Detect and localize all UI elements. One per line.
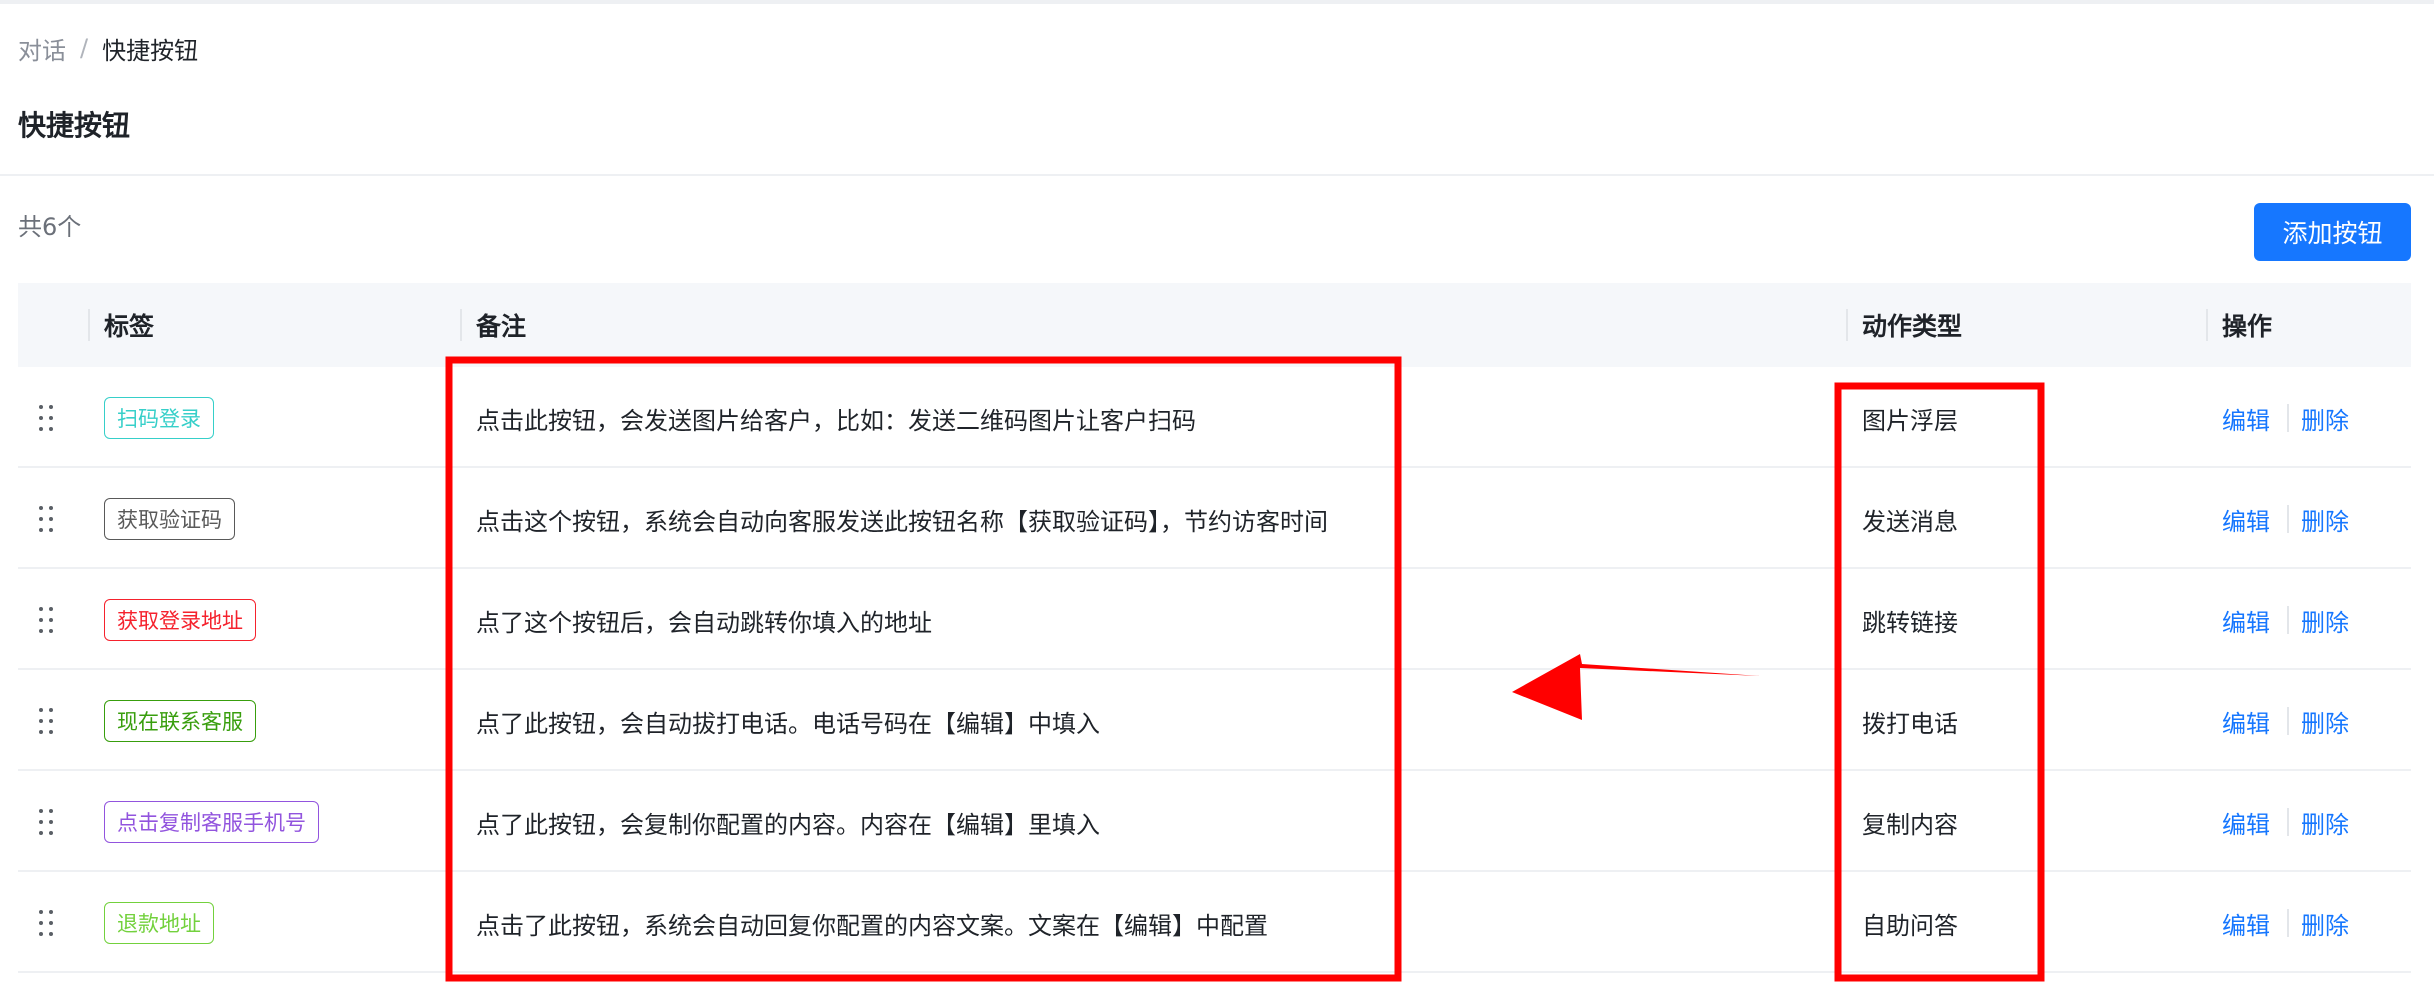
table-row: 获取登录地址 点了这个按钮后，会自动跳转你填入的地址 跳转链接 编辑 删除 bbox=[18, 569, 2411, 670]
row-action-type: 跳转链接 bbox=[1862, 608, 1958, 637]
total-count: 共6个 bbox=[18, 212, 82, 241]
header-separator bbox=[2206, 309, 2208, 341]
row-note: 点击这个按钮，系统会自动向客服发送此按钮名称【获取验证码】，节约访客时间 bbox=[476, 507, 1328, 536]
add-button[interactable]: 添加按钮 bbox=[2254, 203, 2411, 261]
breadcrumb-parent-link[interactable]: 对话 bbox=[18, 31, 66, 66]
delete-button[interactable]: 删除 bbox=[2301, 902, 2349, 944]
drag-handle-icon[interactable] bbox=[36, 403, 56, 433]
row-tag: 扫码登录 bbox=[104, 397, 214, 439]
drag-handle-icon[interactable] bbox=[36, 807, 56, 837]
header-label: 标签 bbox=[104, 312, 155, 341]
delete-button[interactable]: 删除 bbox=[2301, 498, 2349, 540]
row-action-type: 图片浮层 bbox=[1862, 406, 1958, 435]
row-tag: 点击复制客服手机号 bbox=[104, 801, 319, 843]
drag-handle-icon[interactable] bbox=[36, 908, 56, 938]
row-action-type: 复制内容 bbox=[1862, 810, 1958, 839]
row-action-type: 拨打电话 bbox=[1862, 709, 1958, 738]
edit-button[interactable]: 编辑 bbox=[2222, 902, 2270, 944]
edit-button[interactable]: 编辑 bbox=[2222, 801, 2270, 843]
row-action-type: 自助问答 bbox=[1862, 911, 1958, 940]
header-divider bbox=[0, 174, 2434, 176]
row-tag: 获取登录地址 bbox=[104, 599, 256, 641]
delete-button[interactable]: 删除 bbox=[2301, 801, 2349, 843]
table-body: 扫码登录 点击此按钮，会发送图片给客户，比如：发送二维码图片让客户扫码 图片浮层 编辑… bbox=[18, 367, 2411, 973]
edit-button[interactable]: 编辑 bbox=[2222, 599, 2270, 641]
edit-button[interactable]: 编辑 bbox=[2222, 397, 2270, 439]
row-tag: 退款地址 bbox=[104, 902, 214, 944]
table-header: 标签 备注 动作类型 操作 bbox=[18, 283, 2411, 367]
table-row: 扫码登录 点击此按钮，会发送图片给客户，比如：发送二维码图片让客户扫码 图片浮层 编辑… bbox=[18, 367, 2411, 468]
row-tag: 获取验证码 bbox=[104, 498, 235, 540]
header-separator bbox=[460, 309, 462, 341]
drag-handle-icon[interactable] bbox=[36, 706, 56, 736]
row-note: 点击此按钮，会发送图片给客户，比如：发送二维码图片让客户扫码 bbox=[476, 406, 1196, 435]
operation-separator bbox=[2287, 606, 2289, 634]
header-operation: 操作 bbox=[2222, 312, 2273, 341]
edit-button[interactable]: 编辑 bbox=[2222, 498, 2270, 540]
delete-button[interactable]: 删除 bbox=[2301, 397, 2349, 439]
row-note: 点了这个按钮后，会自动跳转你填入的地址 bbox=[476, 608, 932, 637]
drag-handle-icon[interactable] bbox=[36, 504, 56, 534]
header-separator bbox=[1846, 309, 1848, 341]
row-note: 点了此按钮，会复制你配置的内容。内容在【编辑】里填入 bbox=[476, 810, 1100, 839]
table-row: 退款地址 点击了此按钮，系统会自动回复你配置的内容文案。文案在【编辑】中配置 自助问… bbox=[18, 872, 2411, 973]
operation-separator bbox=[2287, 404, 2289, 432]
table-row: 现在联系客服 点了此按钮，会自动拔打电话。电话号码在【编辑】中填入 拨打电话 编辑 删除 bbox=[18, 670, 2411, 771]
operation-separator bbox=[2287, 707, 2289, 735]
operation-separator bbox=[2287, 909, 2289, 937]
table-row: 获取验证码 点击这个按钮，系统会自动向客服发送此按钮名称【获取验证码】，节约访客时… bbox=[18, 468, 2411, 569]
quick-buttons-table: 标签 备注 动作类型 操作 扫码登录 点击此按钮，会发送图片给客户，比如：发送二维… bbox=[18, 283, 2411, 973]
breadcrumb-current: 快捷按钮 bbox=[102, 36, 199, 65]
page-title: 快捷按钮 bbox=[18, 109, 131, 142]
header-note: 备注 bbox=[476, 312, 527, 341]
delete-button[interactable]: 删除 bbox=[2301, 700, 2349, 742]
row-note: 点击了此按钮，系统会自动回复你配置的内容文案。文案在【编辑】中配置 bbox=[476, 911, 1268, 940]
drag-handle-icon[interactable] bbox=[36, 605, 56, 635]
row-note: 点了此按钮，会自动拔打电话。电话号码在【编辑】中填入 bbox=[476, 709, 1100, 738]
operation-separator bbox=[2287, 505, 2289, 533]
breadcrumb: 对话 / 快捷按钮 bbox=[18, 28, 198, 68]
row-tag: 现在联系客服 bbox=[104, 700, 256, 742]
breadcrumb-separator: / bbox=[80, 34, 89, 62]
row-action-type: 发送消息 bbox=[1862, 507, 1958, 536]
table-row: 点击复制客服手机号 点了此按钮，会复制你配置的内容。内容在【编辑】里填入 复制内容 编… bbox=[18, 771, 2411, 872]
operation-separator bbox=[2287, 808, 2289, 836]
header-action-type: 动作类型 bbox=[1862, 312, 1963, 341]
edit-button[interactable]: 编辑 bbox=[2222, 700, 2270, 742]
top-strip bbox=[0, 0, 2434, 4]
delete-button[interactable]: 删除 bbox=[2301, 599, 2349, 641]
header-separator bbox=[88, 309, 90, 341]
